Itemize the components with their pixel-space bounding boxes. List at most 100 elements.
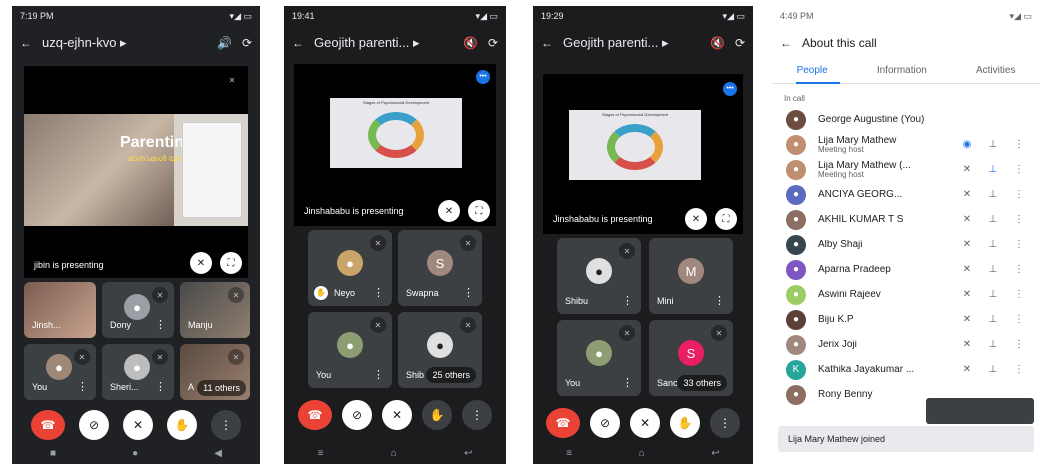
participant-tile[interactable]: ✕ ● You ⋮: [557, 320, 641, 396]
more-options-icon[interactable]: ⋮: [463, 286, 474, 299]
participant-tile[interactable]: ✕ ● ✋ Neyo ⋮: [308, 230, 392, 306]
participant-tile[interactable]: ✕ ● Shib 25 others: [398, 312, 482, 388]
participant-row[interactable]: ● Lija Mary Mathew Meeting host ◉ ⊥ ⋮: [772, 132, 1040, 157]
more-options-icon[interactable]: ⋮: [1006, 289, 1032, 300]
more-options-icon[interactable]: ⋮: [155, 318, 166, 331]
meeting-title[interactable]: uzq-ejhn-kvo ▸: [42, 35, 207, 51]
pin-icon[interactable]: ⊥: [980, 264, 1006, 275]
menu-icon[interactable]: ≡: [318, 448, 324, 459]
participant-tile[interactable]: ✕ ● Dony ⋮: [102, 282, 174, 338]
back-arrow-icon[interactable]: ←: [292, 36, 304, 50]
more-options-icon[interactable]: ⋮: [373, 368, 384, 381]
others-count[interactable]: 11 others: [197, 380, 246, 396]
more-options-icon[interactable]: ⋮: [1006, 239, 1032, 250]
back-arrow-icon[interactable]: ←: [20, 36, 32, 50]
menu-icon[interactable]: ≡: [566, 448, 572, 459]
participant-row[interactable]: ● AKHIL KUMAR T S ✕ ⊥ ⋮: [772, 207, 1040, 232]
more-options-icon[interactable]: ⋮: [77, 380, 88, 393]
switch-camera-icon[interactable]: ⟳: [242, 36, 252, 50]
stop-presenting-icon[interactable]: ✕: [438, 200, 460, 222]
pin-icon[interactable]: ⊥: [980, 364, 1006, 375]
participant-row[interactable]: ● George Augustine (You): [772, 107, 1040, 132]
camera-off-button[interactable]: ⊘: [79, 410, 109, 440]
participant-tile[interactable]: ✕ S Swapna ⋮: [398, 230, 482, 306]
more-options-icon[interactable]: ⋮: [1006, 314, 1032, 325]
participant-row[interactable]: ● Biju K.P ✕ ⊥ ⋮: [772, 307, 1040, 332]
home-icon[interactable]: ⌂: [391, 448, 397, 459]
mic-off-button[interactable]: ✕: [382, 400, 412, 430]
more-options-icon[interactable]: ⋮: [622, 294, 633, 307]
meeting-title[interactable]: Geojith parenti... ▸: [563, 35, 700, 51]
others-count[interactable]: 33 others: [677, 375, 727, 391]
participant-tile[interactable]: ✕ A 11 others: [180, 344, 250, 400]
switch-camera-icon[interactable]: ⟳: [735, 36, 745, 50]
tab-information[interactable]: Information: [877, 65, 927, 76]
participant-row[interactable]: ● Lija Mary Mathew (... Meeting host ✕ ⊥ …: [772, 157, 1040, 182]
home-icon[interactable]: ●: [132, 448, 138, 459]
others-count[interactable]: 25 others: [426, 367, 476, 383]
participant-tile[interactable]: Jinsh...: [24, 282, 96, 338]
speaker-off-icon[interactable]: 🔇: [463, 36, 478, 50]
more-options-button[interactable]: ⋮: [710, 408, 740, 438]
back-arrow-icon[interactable]: ←: [780, 36, 792, 50]
more-options-button[interactable]: ⋮: [211, 410, 241, 440]
more-options-icon[interactable]: ⋮: [1006, 164, 1032, 175]
more-options-icon[interactable]: ⋮: [1006, 189, 1032, 200]
mic-off-button[interactable]: ✕: [630, 408, 660, 438]
fullscreen-icon[interactable]: ⛶: [220, 252, 242, 274]
participant-row[interactable]: ● Aswini Rajeev ✕ ⊥ ⋮: [772, 282, 1040, 307]
more-options-icon[interactable]: ⋮: [1006, 339, 1032, 350]
participant-tile[interactable]: ✕ S Sanc 33 others: [649, 320, 733, 396]
back-arrow-icon[interactable]: ←: [541, 36, 553, 50]
more-options-icon[interactable]: ⋮: [1006, 214, 1032, 225]
raise-hand-button[interactable]: ✋: [670, 408, 700, 438]
back-icon[interactable]: ◀: [214, 448, 222, 459]
more-options-icon[interactable]: ⋮: [373, 286, 384, 299]
raise-hand-button[interactable]: ✋: [422, 400, 452, 430]
participant-tile[interactable]: ✕ Manju: [180, 282, 250, 338]
mic-off-button[interactable]: ✕: [123, 410, 153, 440]
participant-row[interactable]: K Kathika Jayakumar ... ✕ ⊥ ⋮: [772, 357, 1040, 382]
meeting-title[interactable]: Geojith parenti... ▸: [314, 35, 453, 51]
back-icon[interactable]: ↩: [711, 448, 719, 459]
pin-icon[interactable]: ⊥: [980, 339, 1006, 350]
participant-tile[interactable]: ✕ ● Shibu ⋮: [557, 238, 641, 314]
participant-tile[interactable]: ✕ ● You ⋮: [308, 312, 392, 388]
end-call-button[interactable]: ☎: [298, 400, 332, 430]
more-options-icon[interactable]: ⋮: [155, 380, 166, 393]
participant-row[interactable]: ● Alby Shaji ✕ ⊥ ⋮: [772, 232, 1040, 257]
participant-row[interactable]: ● Aparna Pradeep ✕ ⊥ ⋮: [772, 257, 1040, 282]
more-options-icon[interactable]: ⋮: [1006, 264, 1032, 275]
participant-row[interactable]: ● Jerix Joji ✕ ⊥ ⋮: [772, 332, 1040, 357]
stop-presenting-icon[interactable]: ✕: [685, 208, 707, 230]
more-options-icon[interactable]: ⋮: [714, 294, 725, 307]
recents-icon[interactable]: ■: [50, 448, 56, 459]
participant-tile[interactable]: M Mini ⋮: [649, 238, 733, 314]
pin-icon[interactable]: ⊥: [980, 214, 1006, 225]
speaker-off-icon[interactable]: 🔇: [710, 36, 725, 50]
fullscreen-icon[interactable]: ⛶: [715, 208, 737, 230]
home-icon[interactable]: ⌂: [639, 448, 645, 459]
stop-presenting-icon[interactable]: ✕: [190, 252, 212, 274]
participant-row[interactable]: ● ANCIYA GEORG... ✕ ⊥ ⋮: [772, 182, 1040, 207]
raise-hand-button[interactable]: ✋: [167, 410, 197, 440]
pin-icon[interactable]: ⊥: [980, 314, 1006, 325]
more-options-icon[interactable]: ⋮: [1006, 364, 1032, 375]
fullscreen-icon[interactable]: ⛶: [468, 200, 490, 222]
switch-camera-icon[interactable]: ⟳: [488, 36, 498, 50]
end-call-button[interactable]: ☎: [546, 408, 580, 438]
more-options-button[interactable]: ⋮: [462, 400, 492, 430]
back-icon[interactable]: ↩: [464, 448, 472, 459]
more-options-icon[interactable]: ⋮: [1006, 139, 1032, 150]
pin-icon[interactable]: ⊥: [980, 164, 1006, 175]
participant-tile[interactable]: ✕ ● Sheri... ⋮: [102, 344, 174, 400]
pin-icon[interactable]: ⊥: [980, 189, 1006, 200]
pin-icon[interactable]: ⊥: [980, 139, 1006, 150]
speaker-icon[interactable]: 🔊: [217, 36, 232, 50]
camera-off-button[interactable]: ⊘: [590, 408, 620, 438]
tab-activities[interactable]: Activities: [976, 65, 1015, 76]
more-options-icon[interactable]: ⋮: [622, 376, 633, 389]
self-view-pip[interactable]: [926, 398, 1034, 424]
camera-off-button[interactable]: ⊘: [342, 400, 372, 430]
pin-icon[interactable]: ⊥: [980, 289, 1006, 300]
